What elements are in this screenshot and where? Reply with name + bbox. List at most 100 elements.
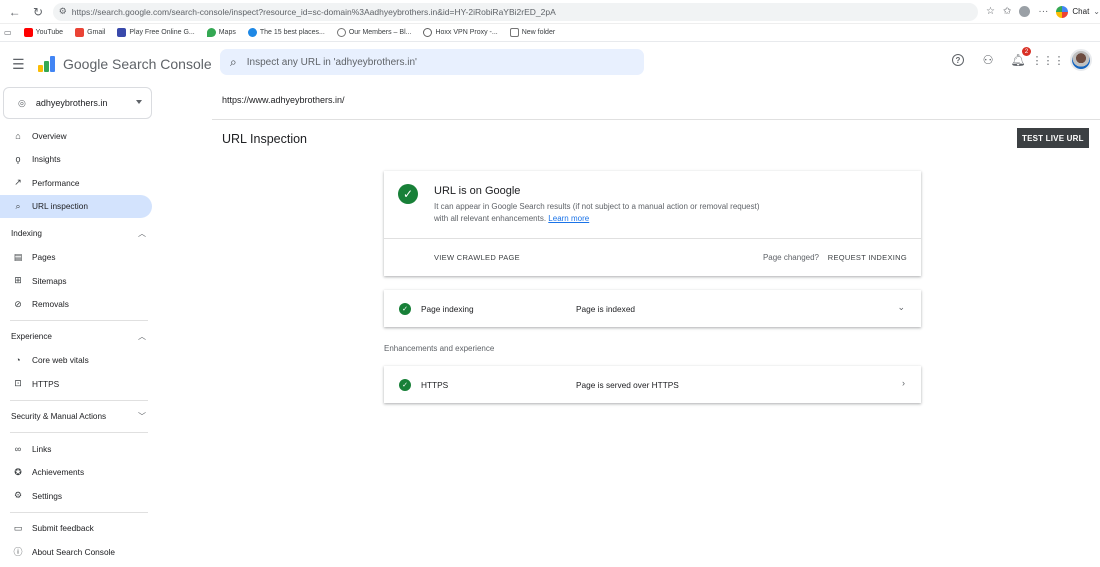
favorites-icon[interactable]: ✩ (1003, 6, 1011, 17)
address-text: https://search.google.com/search-console… (71, 6, 556, 17)
sidebar-item-performance[interactable]: ↗ Performance (0, 171, 152, 195)
url-inspect-search[interactable]: ⌕ (220, 49, 644, 75)
divider (10, 432, 148, 433)
browser-toolbar: ← ↻ ⚙ https://search.google.com/search-c… (0, 0, 1100, 24)
trending-icon: ↗ (14, 177, 22, 188)
bookmark-gmail[interactable]: Gmail (75, 28, 105, 37)
site-info-icon[interactable]: ⚙ (59, 6, 67, 17)
https-row[interactable]: ✓ HTTPS Page is served over HTTPS › (384, 366, 921, 403)
sidebar-item-sitemaps[interactable]: ⊞ Sitemaps (0, 269, 152, 293)
page-indexing-row[interactable]: ✓ Page indexing Page is indexed ⌄ (384, 290, 921, 327)
notification-badge: 2 (1022, 47, 1031, 56)
page-title: URL Inspection (222, 132, 307, 146)
status-description: It can appear in Google Search results (… (434, 201, 774, 225)
lightbulb-icon: ϙ (15, 154, 21, 165)
row-value: Page is indexed (576, 303, 636, 314)
sidebar-item-settings[interactable]: ⚙ Settings (0, 484, 152, 508)
chat-button[interactable]: Chat ⌄ (1056, 5, 1100, 18)
places-icon (247, 28, 257, 37)
section-title: Experience (11, 332, 52, 342)
help-icon[interactable]: ? (950, 52, 966, 68)
check-circle-icon: ✓ (399, 302, 411, 315)
chevron-right-icon[interactable]: › (902, 378, 905, 388)
bookmark-star-icon[interactable]: ☆ (986, 6, 995, 17)
sidebar-item-achievements[interactable]: ✪ Achievements (0, 461, 152, 485)
globe-icon (423, 28, 433, 37)
profile-icon[interactable] (1019, 6, 1031, 17)
back-icon[interactable]: ← (6, 3, 23, 21)
app-title[interactable]: Google Search Console (63, 56, 212, 72)
sidebar-item-pages[interactable]: ▤ Pages (0, 246, 152, 270)
chevron-down-icon: ﹀ (138, 411, 146, 421)
sidebar: ◎ adhyeybrothers.in ⌂ Overview ϙ Insights … (0, 85, 160, 567)
bookmark-maps[interactable]: Maps (206, 28, 236, 37)
learn-more-link[interactable]: Learn more (548, 214, 589, 223)
chevron-down-icon: ⌄ (1093, 7, 1100, 16)
sidebar-item-overview[interactable]: ⌂ Overview (0, 124, 152, 148)
view-crawled-page-button[interactable]: VIEW CRAWLED PAGE (434, 253, 520, 262)
search-console-logo-icon[interactable] (38, 56, 56, 72)
manage-users-icon[interactable]: ⚇ (980, 52, 996, 68)
property-selector[interactable]: ◎ adhyeybrothers.in (3, 87, 152, 119)
sidebar-item-label: Core web vitals (32, 355, 89, 366)
sidebar-item-https[interactable]: ⊡ HTTPS (0, 372, 152, 396)
maps-pin-icon (206, 28, 216, 37)
app-header: ☰ Google Search Console ⌕ ? ⚇ 🔔︎2 ⋮⋮⋮ (0, 43, 1100, 85)
pages-icon: ▤ (13, 251, 23, 262)
bookmark-members[interactable]: Our Members – Bl... (336, 28, 412, 37)
chevron-up-icon: ︿ (138, 229, 146, 239)
reload-icon[interactable]: ↻ (29, 3, 46, 21)
sidebar-item-label: Settings (32, 490, 62, 501)
divider (10, 399, 148, 401)
notifications-icon[interactable]: 🔔︎ 2 (1010, 47, 1031, 68)
row-label: HTTPS (421, 379, 449, 390)
sidebar-item-label: About Search Console (32, 546, 116, 557)
address-bar[interactable]: ⚙ https://search.google.com/search-conso… (52, 2, 979, 21)
sidebar-item-label: URL inspection (32, 201, 88, 212)
section-indexing[interactable]: Indexing ︿ (0, 222, 160, 246)
chat-logo-icon (1056, 5, 1069, 18)
section-security[interactable]: Security & Manual Actions ﹀ (0, 405, 160, 429)
check-circle-icon: ✓ (398, 184, 418, 204)
section-title: Indexing (11, 229, 42, 239)
sidebar-item-submit-feedback[interactable]: ▭ Submit feedback (0, 517, 152, 541)
sidebar-item-removals[interactable]: ⊘ Removals (0, 293, 152, 317)
more-options-icon[interactable]: ··· (1038, 6, 1048, 17)
bookmark-new-folder[interactable]: New folder (509, 28, 555, 37)
bookmark-label: The 15 best places... (259, 29, 325, 36)
feedback-icon: ▭ (13, 522, 23, 533)
status-description-text: It can appear in Google Search results (… (434, 202, 760, 223)
bookmark-label: Our Members – Bl... (348, 29, 412, 36)
sidebar-item-url-inspection[interactable]: ⌕ URL inspection (0, 194, 152, 218)
divider (10, 320, 148, 321)
youtube-icon (23, 28, 33, 37)
sidebar-item-about[interactable]: ⓘ About Search Console (0, 540, 152, 564)
bookmark-places[interactable]: The 15 best places... (247, 28, 325, 37)
menu-icon[interactable]: ☰ (12, 56, 26, 73)
check-circle-icon: ✓ (399, 378, 411, 391)
request-indexing-button[interactable]: REQUEST INDEXING (828, 253, 907, 262)
avatar[interactable] (1070, 49, 1092, 71)
bookmark-youtube[interactable]: YouTube (23, 28, 63, 37)
section-experience[interactable]: Experience ︿ (0, 325, 160, 349)
divider (212, 119, 1100, 120)
url-inspect-input[interactable] (246, 56, 607, 68)
row-label: Page indexing (421, 303, 474, 314)
bookmark-games[interactable]: Play Free Online G... (117, 28, 195, 37)
lock-icon: ⊡ (14, 378, 22, 389)
test-live-url-button[interactable]: TEST LIVE URL (1017, 128, 1089, 148)
globe-icon: ◎ (18, 97, 26, 108)
apps-grid-icon[interactable]: ⋮⋮⋮ (1032, 52, 1065, 68)
bookmark-hoxx[interactable]: Hoxx VPN Proxy -... (423, 28, 498, 37)
sidebar-item-links[interactable]: ∞ Links (0, 437, 152, 461)
apps-icon[interactable]: ▭ (4, 28, 12, 37)
chevron-down-icon[interactable]: ⌄ (897, 302, 905, 313)
sidebar-item-insights[interactable]: ϙ Insights (0, 148, 152, 172)
sidebar-item-label: Sitemaps (32, 275, 67, 286)
bookmark-label: Gmail (87, 29, 106, 36)
section-title: Security & Manual Actions (11, 411, 107, 421)
achievement-icon: ✪ (14, 466, 22, 477)
info-icon: ⓘ (13, 547, 23, 558)
sidebar-item-core-web-vitals[interactable]: ◔ Core web vitals (0, 349, 152, 373)
bookmark-label: Play Free Online G... (129, 29, 195, 36)
